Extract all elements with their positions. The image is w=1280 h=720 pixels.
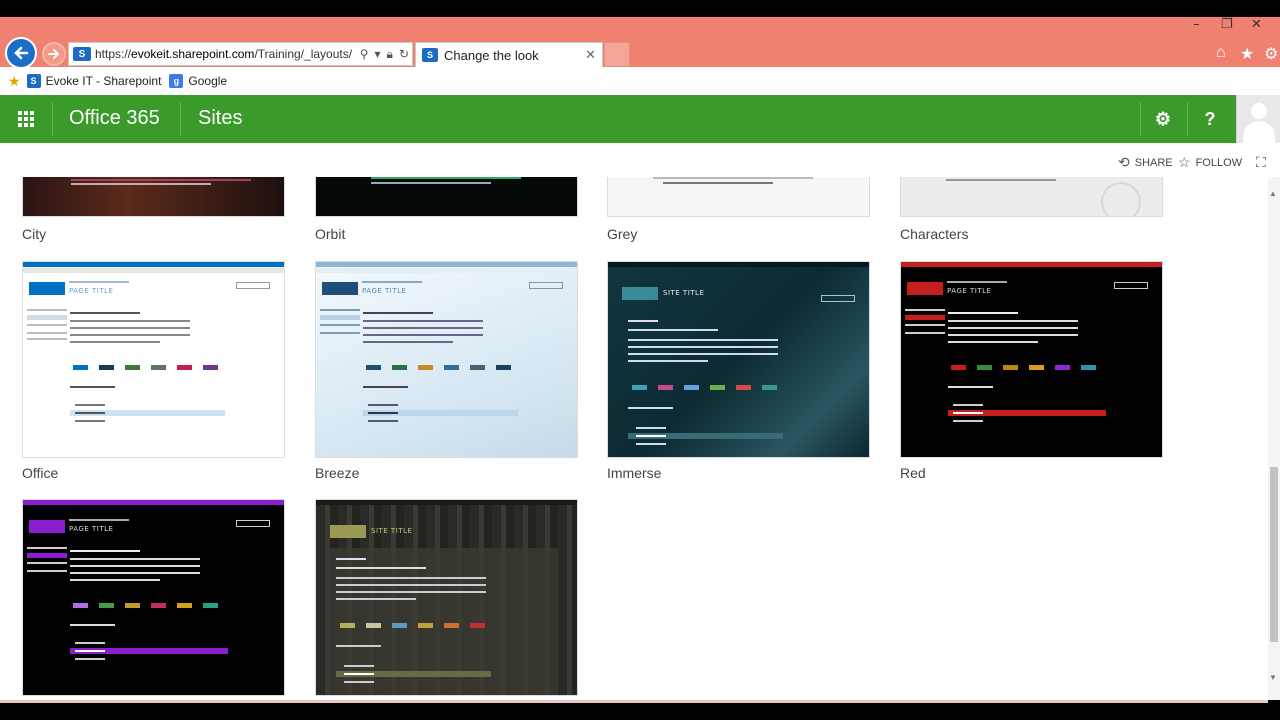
taskbar-edge (0, 700, 1280, 720)
scrollbar-thumb[interactable] (1270, 467, 1278, 642)
star-outline-icon: ☆ (1178, 154, 1191, 170)
minimize-icon[interactable]: – (1193, 17, 1200, 32)
address-url[interactable]: https://evokeit.sharepoint.com/Training/… (95, 47, 357, 61)
lock-icon[interactable]: 🔒︎ (384, 47, 396, 62)
theme-label-city[interactable]: City (22, 226, 46, 242)
page-action-bar: ⟲ SHARE ☆ FOLLOW ⛶ (0, 143, 1280, 177)
theme-label-orbit[interactable]: Orbit (315, 226, 345, 242)
close-tab-icon[interactable]: ✕ (585, 47, 596, 63)
theme-label-red[interactable]: Red (900, 465, 926, 481)
theme-thumbnail-characters[interactable] (900, 177, 1163, 217)
theme-thumbnail-office[interactable]: PAGE TITLE (22, 261, 285, 458)
forward-button[interactable] (42, 42, 66, 66)
theme-thumbnail-breeze[interactable]: PAGE TITLE (315, 261, 578, 458)
divider (52, 102, 53, 136)
theme-label-breeze[interactable]: Breeze (315, 465, 359, 481)
gear-icon: ⚙ (1154, 108, 1172, 129)
theme-thumbnail-red[interactable]: PAGE TITLE (900, 261, 1163, 458)
tab-favicon-icon: S (422, 48, 438, 62)
tools-gear-icon[interactable]: ⚙ (1264, 44, 1278, 64)
search-icon[interactable]: ⚲ (357, 47, 372, 61)
focus-on-content-button[interactable]: ⛶ (1256, 154, 1271, 171)
app-launcher-button[interactable] (0, 95, 52, 143)
new-tab-button[interactable] (604, 42, 630, 67)
theme-thumbnail-purple[interactable]: PAGE TITLE (22, 499, 285, 696)
fullscreen-icon: ⛶ (1256, 154, 1266, 170)
theme-thumbnail-wood[interactable]: SITE TITLE (315, 499, 578, 696)
window-titlebar (0, 0, 1280, 17)
refresh-icon[interactable]: ↻ (396, 47, 412, 61)
office-365-brand[interactable]: Office 365 (69, 107, 160, 130)
back-button[interactable] (5, 37, 37, 69)
favorite-google[interactable]: g Google (169, 74, 227, 88)
scroll-down-icon[interactable]: ▼ (1269, 673, 1277, 682)
waffle-icon (18, 111, 34, 127)
share-icon: ⟲ (1118, 154, 1130, 170)
suite-bar: Office 365 Sites ⚙ ? (0, 95, 1280, 143)
vertical-scrollbar[interactable]: ▲ ▼ (1268, 177, 1280, 700)
favorites-bar: ★ S Evoke IT - Sharepoint g Google (0, 67, 1280, 95)
theme-gallery: City Orbit Grey Characters PAGE TITLE Of… (0, 177, 1268, 700)
theme-thumbnail-grey[interactable] (607, 177, 870, 217)
favorites-star-icon[interactable]: ★ (1240, 44, 1254, 64)
address-bar[interactable]: S https://evokeit.sharepoint.com/Trainin… (68, 42, 413, 66)
sharepoint-icon: S (26, 74, 41, 88)
tab-title: Change the look (444, 47, 539, 63)
close-window-icon[interactable]: ✕ (1251, 17, 1262, 32)
theme-label-office[interactable]: Office (22, 465, 58, 481)
help-button[interactable]: ? (1187, 95, 1233, 143)
theme-label-grey[interactable]: Grey (607, 226, 637, 242)
scroll-up-icon[interactable]: ▲ (1269, 189, 1277, 198)
home-icon[interactable]: ⌂ (1216, 44, 1226, 62)
arrow-right-icon (48, 49, 60, 59)
avatar[interactable] (1236, 95, 1280, 143)
restore-icon[interactable]: ❐ (1221, 17, 1233, 32)
site-favicon-icon: S (73, 47, 91, 61)
favorite-evoke-it[interactable]: S Evoke IT - Sharepoint (26, 74, 161, 88)
favorites-star-add-icon[interactable]: ★ (8, 73, 21, 90)
sites-link[interactable]: Sites (198, 107, 242, 130)
theme-thumbnail-orbit[interactable] (315, 177, 578, 217)
theme-label-immerse[interactable]: Immerse (607, 465, 661, 481)
browser-toolbar: – ❐ ✕ S https://evokeit.sharepoint.com/T… (0, 17, 1280, 95)
settings-button[interactable]: ⚙ (1140, 95, 1186, 143)
follow-button[interactable]: ☆ FOLLOW (1178, 154, 1242, 171)
google-icon: g (169, 74, 184, 88)
theme-label-characters[interactable]: Characters (900, 226, 968, 242)
share-button[interactable]: ⟲ SHARE (1118, 154, 1173, 171)
divider (180, 102, 181, 136)
arrow-left-icon (14, 46, 29, 60)
theme-thumbnail-immerse[interactable]: SITE TITLE (607, 261, 870, 458)
help-icon: ? (1204, 108, 1216, 129)
theme-thumbnail-city[interactable] (22, 177, 285, 217)
dropdown-icon[interactable]: ▾ (372, 47, 384, 61)
tab-change-the-look[interactable]: S Change the look ✕ (415, 42, 603, 67)
